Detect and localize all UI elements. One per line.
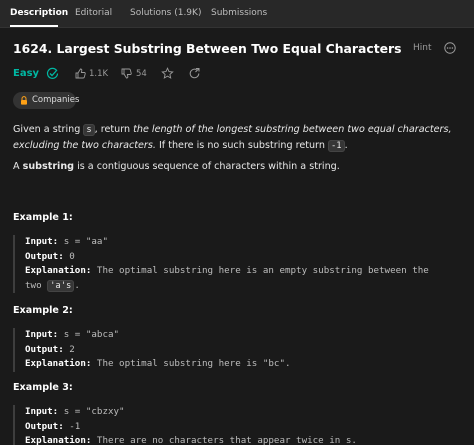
thumbs-up-icon[interactable] [75,68,86,79]
share-icon[interactable] [188,67,201,80]
output-value: -1 [63,420,81,432]
desc-text: is a contiguous sequence of characters w… [74,161,340,172]
more-options-icon[interactable] [444,42,456,54]
example-2-heading: Example 2: [13,305,73,316]
output-label: Output: [25,420,64,432]
explanation-label: Explanation: [25,358,92,369]
input-value: s = "cbzxy" [58,406,125,417]
dislikes-count: 54 [136,69,147,79]
explanation-label: Explanation: [25,435,92,445]
tab-solutions[interactable]: Solutions (1.9K) [130,8,201,18]
likes-count: 1.1K [89,69,109,79]
tab-editorial[interactable]: Editorial [75,8,112,18]
active-tab-indicator [10,25,58,27]
explanation-text: The optimal substring here is an empty s… [91,265,429,276]
desc-text: . [344,140,348,151]
inline-code: s [83,124,95,136]
output-label: Output: [25,250,64,262]
example-3-block: Input: s = "cbzxy" Output: -1 Explanatio… [13,405,463,445]
desc-text: , return [94,124,134,135]
difficulty-badge: Easy [13,68,40,79]
desc-bold: substring [22,161,75,172]
hint-button[interactable]: Hint [413,43,432,53]
example-1-block: Input: s = "aa" Output: 0 Explanation: T… [13,235,463,293]
inline-code: 'a's [47,279,75,292]
input-label: Input: [25,406,59,417]
explanation-label: Explanation: [25,265,92,276]
desc-text: A [13,161,23,172]
explanation-text: There are no characters that appear twic… [91,435,357,445]
companies-tag[interactable]: Companies [13,92,80,109]
example-1-heading: Example 1: [13,212,73,223]
input-value: s = "aa" [58,236,108,247]
output-value: 2 [63,343,75,355]
desc-text: If there is no such substring return [155,140,328,151]
input-label: Input: [25,236,59,247]
tab-bar: Description Editorial Solutions (1.9K) S… [0,0,474,28]
problem-title: 1624. Largest Substring Between Two Equa… [13,41,402,56]
desc-text: Given a string [13,124,84,135]
companies-label: Companies [32,95,80,105]
input-label: Input: [25,329,59,340]
explanation-text: two [25,279,48,291]
problem-meta-row: Easy 1.1K 54 [13,66,233,84]
inline-code: -1 [327,140,345,152]
output-label: Output: [25,343,64,355]
tab-description[interactable]: Description [10,8,68,18]
output-value: 0 [63,250,75,262]
example-3-heading: Example 3: [13,382,73,393]
problem-description: Given a string s, return the length of t… [13,122,461,154]
solved-check-icon [46,67,59,79]
substring-definition: A substring is a contiguous sequence of … [13,160,461,174]
explanation-text: The optimal substring here is "bc". [91,358,291,369]
tab-submissions[interactable]: Submissions [211,8,267,18]
star-icon[interactable] [161,67,174,80]
explanation-text: . [74,279,80,291]
example-2-block: Input: s = "abca" Output: 2 Explanation:… [13,328,463,372]
input-value: s = "abca" [58,329,120,340]
lock-icon [21,96,27,105]
thumbs-down-icon[interactable] [121,68,132,79]
